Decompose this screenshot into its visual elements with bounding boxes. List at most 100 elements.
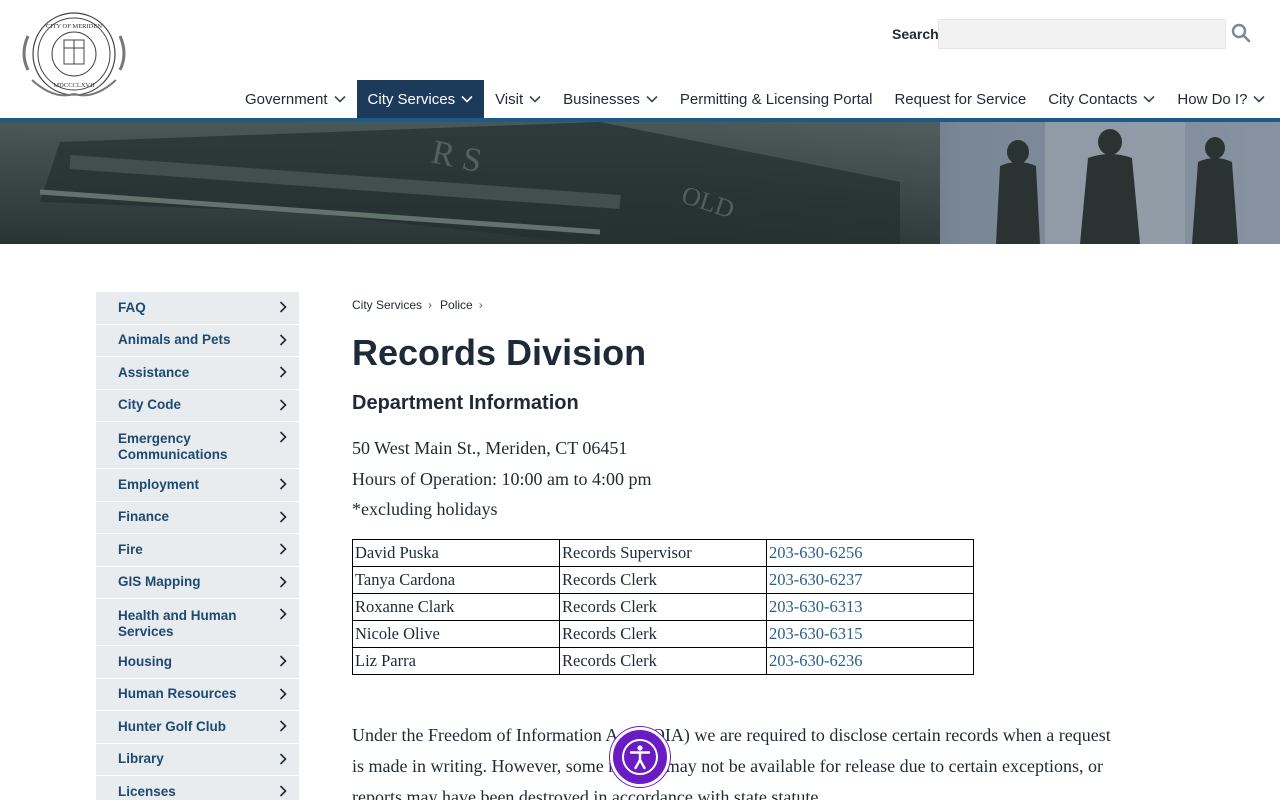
breadcrumb-police[interactable]: Police xyxy=(440,298,473,312)
sidebar-item-licenses[interactable]: Licenses xyxy=(96,776,299,800)
table-row: Roxanne Clark Records Clerk 203-630-6313 xyxy=(352,593,974,621)
sidebar-item-label: Library xyxy=(118,751,164,767)
sidebar-item-assistance[interactable]: Assistance xyxy=(96,357,299,390)
search-input[interactable] xyxy=(938,19,1226,49)
section-title: Department Information xyxy=(352,392,579,414)
sidebar-item-library[interactable]: Library xyxy=(96,744,299,776)
seal-text-top: CITY OF MERIDEN xyxy=(46,23,102,30)
nav-item-businesses[interactable]: Businesses xyxy=(552,80,669,118)
chevron-right-icon xyxy=(279,510,287,523)
nav-item-label: Permitting & Licensing Portal xyxy=(679,90,873,108)
phone-link[interactable]: 203-630-6236 xyxy=(769,651,863,670)
city-seal-logo[interactable]: CITY OF MERIDEN MDCCCLXVII xyxy=(14,10,134,98)
search-label: Search xyxy=(892,26,939,42)
chevron-down-icon[interactable] xyxy=(1143,95,1155,103)
breadcrumb-separator: › xyxy=(478,298,483,312)
nav-item-how-do-i[interactable]: How Do I? xyxy=(1166,80,1276,118)
nav-item-label: Government xyxy=(245,90,328,108)
sidebar-item-housing[interactable]: Housing xyxy=(96,646,299,679)
main-nav: Government City Services Visit Businesses Pe… xyxy=(234,80,1276,118)
sidebar-item-city-code[interactable]: City Code xyxy=(96,390,299,422)
sidebar-item-label: Finance xyxy=(118,509,170,525)
sidebar-item-gis-mapping[interactable]: GIS Mapping xyxy=(96,567,299,599)
phone-link[interactable]: 203-630-6313 xyxy=(769,597,863,616)
breadcrumb-city-services[interactable]: City Services xyxy=(352,298,422,312)
staff-role: Records Clerk xyxy=(559,620,767,648)
foia-line: reports may have been destroyed in accor… xyxy=(352,787,823,800)
sidebar-item-faq[interactable]: FAQ xyxy=(96,292,299,325)
sidebar-item-label: Animals and Pets xyxy=(118,332,231,348)
staff-name: Nicole Olive xyxy=(352,620,560,648)
chevron-right-icon xyxy=(279,301,287,313)
nav-item-government[interactable]: Government xyxy=(234,80,357,118)
chevron-right-icon xyxy=(279,752,287,765)
hours-text: Hours of Operation: 10:00 am to 4:00 pm xyxy=(352,468,652,489)
chevron-right-icon xyxy=(279,478,287,490)
staff-phone-cell: 203-630-6315 xyxy=(766,620,974,648)
chevron-down-icon[interactable] xyxy=(646,95,658,103)
breadcrumb-separator: › xyxy=(428,298,433,312)
table-row: Liz Parra Records Clerk 203-630-6236 xyxy=(352,647,974,675)
department-info: 50 West Main St., Meriden, CT 06451 Hour… xyxy=(352,433,651,525)
sidebar-item-label: Fire xyxy=(118,541,143,557)
sidebar-item-health-and-human-services[interactable]: Health and Human Services xyxy=(96,599,299,646)
phone-link[interactable]: 203-630-6237 xyxy=(769,570,863,589)
site-header: CITY OF MERIDEN MDCCCLXVII Search Govern… xyxy=(0,0,1280,118)
sidebar-item-human-resources[interactable]: Human Resources xyxy=(96,679,299,711)
chevron-down-icon[interactable] xyxy=(1253,95,1266,103)
chevron-down-icon[interactable] xyxy=(529,95,541,103)
search-button[interactable] xyxy=(1230,22,1252,46)
sidebar-item-emergency-communications[interactable]: Emergency Communications xyxy=(96,422,299,469)
sidebar-item-label: Health and Human Services xyxy=(118,608,237,639)
nav-item-request-for-service[interactable]: Request for Service xyxy=(883,80,1037,118)
sidebar-item-label: Employment xyxy=(118,476,200,492)
sidebar-item-label: Housing xyxy=(118,653,172,669)
chevron-down-icon[interactable] xyxy=(461,95,473,103)
sidebar-item-hunter-golf-club[interactable]: Hunter Golf Club xyxy=(96,711,299,744)
sidebar-item-label: FAQ xyxy=(118,299,146,315)
sidebar-item-label: GIS Mapping xyxy=(118,574,201,590)
accessibility-button[interactable] xyxy=(610,727,670,787)
sidebar-item-label: Hunter Golf Club xyxy=(118,718,226,734)
search-icon xyxy=(1231,23,1251,42)
nav-item-permitting-licensing-portal[interactable]: Permitting & Licensing Portal xyxy=(669,80,884,118)
sidebar-item-animals-and-pets[interactable]: Animals and Pets xyxy=(96,325,299,357)
accessibility-icon xyxy=(622,739,658,775)
phone-link[interactable]: 203-630-6315 xyxy=(769,624,863,643)
chevron-right-icon xyxy=(279,785,287,797)
address-text: 50 West Main St., Meriden, CT 06451 xyxy=(352,438,628,458)
staff-name: Liz Parra xyxy=(352,647,560,675)
staff-name: David Puska xyxy=(352,539,560,567)
chevron-right-icon xyxy=(279,575,287,588)
table-row: Tanya Cardona Records Clerk 203-630-6237 xyxy=(352,566,974,594)
sidebar-item-fire[interactable]: Fire xyxy=(96,534,299,567)
staff-name: Tanya Cardona xyxy=(352,566,560,594)
staff-role: Records Clerk xyxy=(559,647,767,675)
chevron-right-icon xyxy=(279,608,287,620)
sidebar-item-finance[interactable]: Finance xyxy=(96,502,299,534)
sidebar-item-label: Licenses xyxy=(118,783,176,799)
chevron-right-icon xyxy=(279,366,287,378)
sidebar-nav: FAQ Animals and Pets Assistance City Code Em… xyxy=(96,292,299,800)
phone-link[interactable]: 203-630-6256 xyxy=(769,543,863,562)
sidebar-item-label: Emergency Communications xyxy=(118,431,228,462)
nav-item-label: Businesses xyxy=(563,90,640,108)
sidebar-item-employment[interactable]: Employment xyxy=(96,469,299,502)
nav-item-city-services[interactable]: City Services xyxy=(356,80,485,118)
staff-role: Records Clerk xyxy=(559,566,767,594)
chevron-right-icon xyxy=(279,543,287,555)
hero-banner-image: R S OLD xyxy=(0,122,1280,244)
foia-line: Under the Freedom of Information Act (FO… xyxy=(352,725,1111,745)
nav-item-label: City Services xyxy=(367,90,456,108)
chevron-right-icon xyxy=(279,398,287,411)
breadcrumb: City Services › Police › xyxy=(352,298,487,312)
chevron-right-icon xyxy=(279,431,287,443)
staff-phone-cell: 203-630-6256 xyxy=(766,539,974,567)
sidebar-item-label: Assistance xyxy=(118,364,190,380)
chevron-right-icon xyxy=(279,655,287,667)
nav-item-visit[interactable]: Visit xyxy=(484,80,552,118)
page-title: Records Division xyxy=(352,332,647,373)
chevron-down-icon[interactable] xyxy=(333,95,346,103)
staff-role: Records Supervisor xyxy=(559,539,767,567)
nav-item-city-contacts[interactable]: City Contacts xyxy=(1037,80,1166,118)
